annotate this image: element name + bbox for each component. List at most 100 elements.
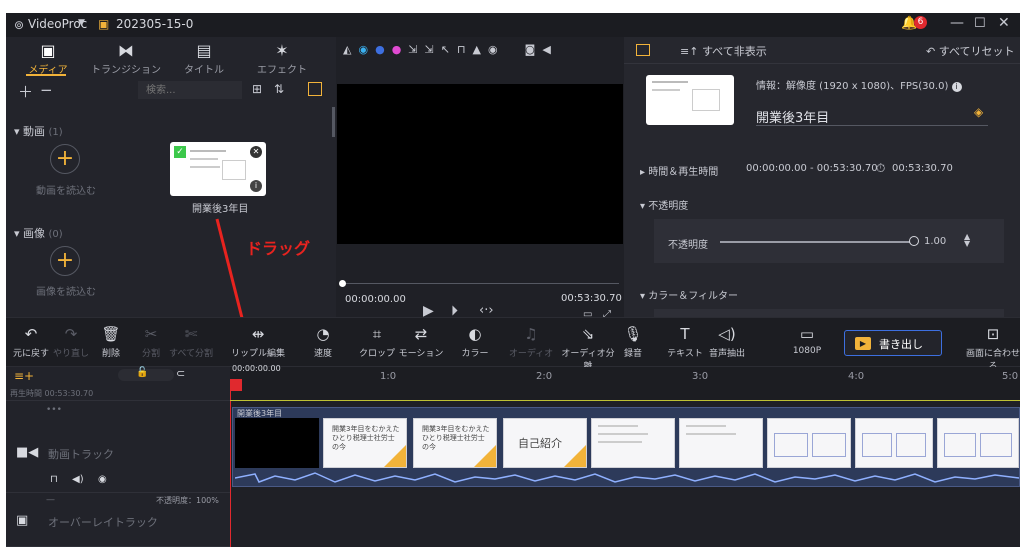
motion-icon: ⇄ bbox=[414, 325, 428, 343]
export-button[interactable]: ▶ 書き出し bbox=[844, 330, 942, 356]
extract-audio-label: 音声抽出 bbox=[708, 349, 745, 359]
video-clip[interactable]: 開業後3年目 開業3年目をむかえた ひとり税理士社労士 の今 開業3年目をむかえ… bbox=[232, 407, 1020, 487]
split-all-icon: ✄ bbox=[184, 325, 198, 343]
ruler-label: 3:0 bbox=[692, 371, 709, 382]
fit-button[interactable]: ⊡画面に合わせる bbox=[966, 322, 1020, 372]
thumb-box bbox=[896, 433, 926, 457]
resolution-icon: ▭ bbox=[799, 325, 815, 343]
split-all-label: すべて分割 bbox=[168, 349, 213, 359]
duration-value: 00:53:30.70 bbox=[44, 389, 94, 398]
audio-button[interactable]: ♫ オーディオ bbox=[506, 322, 556, 359]
record-label: 録音 bbox=[623, 349, 642, 359]
clip-slide bbox=[855, 418, 933, 468]
thumb-box bbox=[774, 433, 808, 457]
overlay-track-label: オーバーレイトラック bbox=[48, 516, 158, 529]
video-track-label: 動画トラック bbox=[48, 448, 114, 461]
playhead-handle[interactable] bbox=[230, 379, 242, 391]
ruler-label: 4:0 bbox=[848, 371, 865, 382]
crop-label: クロップ bbox=[358, 349, 395, 359]
crop-button[interactable]: ⌗ クロップ bbox=[352, 322, 402, 359]
drag-annotation: ドラッグ bbox=[246, 239, 311, 258]
thumb-line bbox=[598, 425, 638, 427]
timeline-panel: ≡+ 🔓 ⊂ 再生時間 00:53:30.70 00:00:00.00 1:0 … bbox=[6, 364, 1020, 547]
slide-intro: 自己紹介 bbox=[518, 437, 562, 450]
lock-icon[interactable]: ⊓ bbox=[50, 474, 58, 485]
clip-slide bbox=[767, 418, 851, 468]
playhead-line[interactable] bbox=[230, 391, 231, 547]
add-track-icon[interactable]: ≡+ bbox=[14, 369, 34, 383]
motion-button[interactable]: ⇄ モーション bbox=[396, 322, 446, 359]
export-icon: ▶ bbox=[855, 337, 871, 350]
text-label: テキスト bbox=[667, 349, 703, 359]
thumb-line bbox=[598, 433, 648, 435]
volume-icon[interactable]: ◀) bbox=[72, 474, 84, 485]
waveform-path bbox=[235, 472, 1019, 483]
track-dots: ••• bbox=[46, 405, 62, 415]
ruler-baseline bbox=[230, 400, 1020, 401]
delete-label: 削除 bbox=[101, 349, 120, 359]
playhead-time: 00:00:00.00 bbox=[232, 364, 281, 373]
audio-icon: ♫ bbox=[524, 325, 538, 343]
ripple-edit-label: リップル編集 bbox=[230, 349, 285, 359]
magnet-icon[interactable]: ⊂ bbox=[176, 367, 185, 380]
ruler-label: 5:0 bbox=[1002, 371, 1019, 382]
color-label: カラー bbox=[461, 349, 489, 359]
duration-info: 再生時間 00:53:30.70 bbox=[10, 388, 93, 399]
slide-accent bbox=[474, 445, 496, 467]
duration-label: 再生時間 bbox=[10, 389, 42, 398]
thumb-line bbox=[598, 441, 642, 443]
slide-accent bbox=[564, 445, 586, 467]
overlay-opacity: 不透明度：100% bbox=[156, 496, 219, 505]
clip-slide bbox=[937, 418, 1019, 468]
timeline-header: ≡+ 🔓 ⊂ 再生時間 00:53:30.70 bbox=[6, 367, 230, 401]
track-dots: — bbox=[46, 495, 55, 505]
ripple-edit-icon: ⇹ bbox=[251, 325, 265, 343]
clip-slide: 開業3年目をむかえた ひとり税理士社労士 の今 bbox=[413, 418, 497, 468]
app-window: ⊚ VideoProc ▼ ▣ 202305-15-0 🔔 6 — ☐ ✕ ▣ … bbox=[6, 13, 1020, 547]
slide-accent bbox=[384, 445, 406, 467]
fit-icon: ⊡ bbox=[986, 325, 1000, 343]
resolution-button[interactable]: ▭ 1080P bbox=[782, 322, 832, 356]
thumb-line bbox=[686, 433, 736, 435]
video-track-header: ••• ■◀ 動画トラック ⊓ ◀) ◉ bbox=[6, 401, 230, 493]
ripple-edit-button[interactable]: ⇹ リップル編集 bbox=[228, 322, 288, 359]
lock-icon: 🔓 bbox=[136, 367, 149, 378]
overlay-track-header: — 不透明度：100% ▣ オーバーレイトラック bbox=[6, 493, 230, 547]
clip-slide bbox=[679, 418, 763, 468]
extract-audio-button[interactable]: ◁) 音声抽出 bbox=[702, 322, 752, 359]
video-camera-icon: ■◀ bbox=[16, 445, 39, 460]
undo-label: 元に戻す bbox=[12, 349, 49, 359]
extract-audio-icon: ◁) bbox=[718, 325, 736, 343]
palette-icon: ◐ bbox=[468, 325, 482, 343]
speed-label: 速度 bbox=[313, 349, 332, 359]
color-button[interactable]: ◐ カラー bbox=[450, 322, 500, 359]
audio-waveform bbox=[235, 472, 1019, 483]
audio-label: オーディオ bbox=[508, 349, 554, 359]
thumb-box bbox=[944, 433, 976, 457]
thumb-box bbox=[980, 433, 1012, 457]
crop-icon: ⌗ bbox=[372, 325, 382, 343]
clip-frame bbox=[235, 418, 319, 468]
overlay-icon: ▣ bbox=[16, 513, 29, 528]
thumb-box bbox=[812, 433, 846, 457]
clip-slide bbox=[591, 418, 675, 468]
clip-slide: 自己紹介 bbox=[503, 418, 587, 468]
edit-toolbar: ↶ 元に戻す ↷ やり直し 🗑 削除 ✂ 分割 ✄ すべて分割 ⇹ リップル編集 ◔ 速度 ⌗… bbox=[6, 317, 1020, 372]
split-label: 分割 bbox=[141, 349, 160, 359]
resolution-label: 1080P bbox=[792, 346, 822, 356]
microphone-icon: 🎙 bbox=[623, 325, 643, 343]
ruler-label: 1:0 bbox=[380, 371, 397, 382]
redo-label: やり直し bbox=[52, 349, 89, 359]
timeline-ruler[interactable] bbox=[230, 367, 1020, 401]
split-all-button[interactable]: ✄ すべて分割 bbox=[166, 322, 216, 359]
record-button[interactable]: 🎙 録音 bbox=[608, 322, 658, 359]
speedometer-icon: ◔ bbox=[316, 325, 330, 343]
speed-button[interactable]: ◔ 速度 bbox=[298, 322, 348, 359]
motion-label: モーション bbox=[398, 349, 444, 359]
thumb-line bbox=[686, 425, 726, 427]
ruler-label: 2:0 bbox=[536, 371, 553, 382]
clip-slide: 開業3年目をむかえた ひとり税理士社労士 の今 bbox=[323, 418, 407, 468]
thumb-box bbox=[862, 433, 892, 457]
eye-icon[interactable]: ◉ bbox=[98, 474, 107, 485]
export-label: 書き出し bbox=[879, 338, 923, 351]
